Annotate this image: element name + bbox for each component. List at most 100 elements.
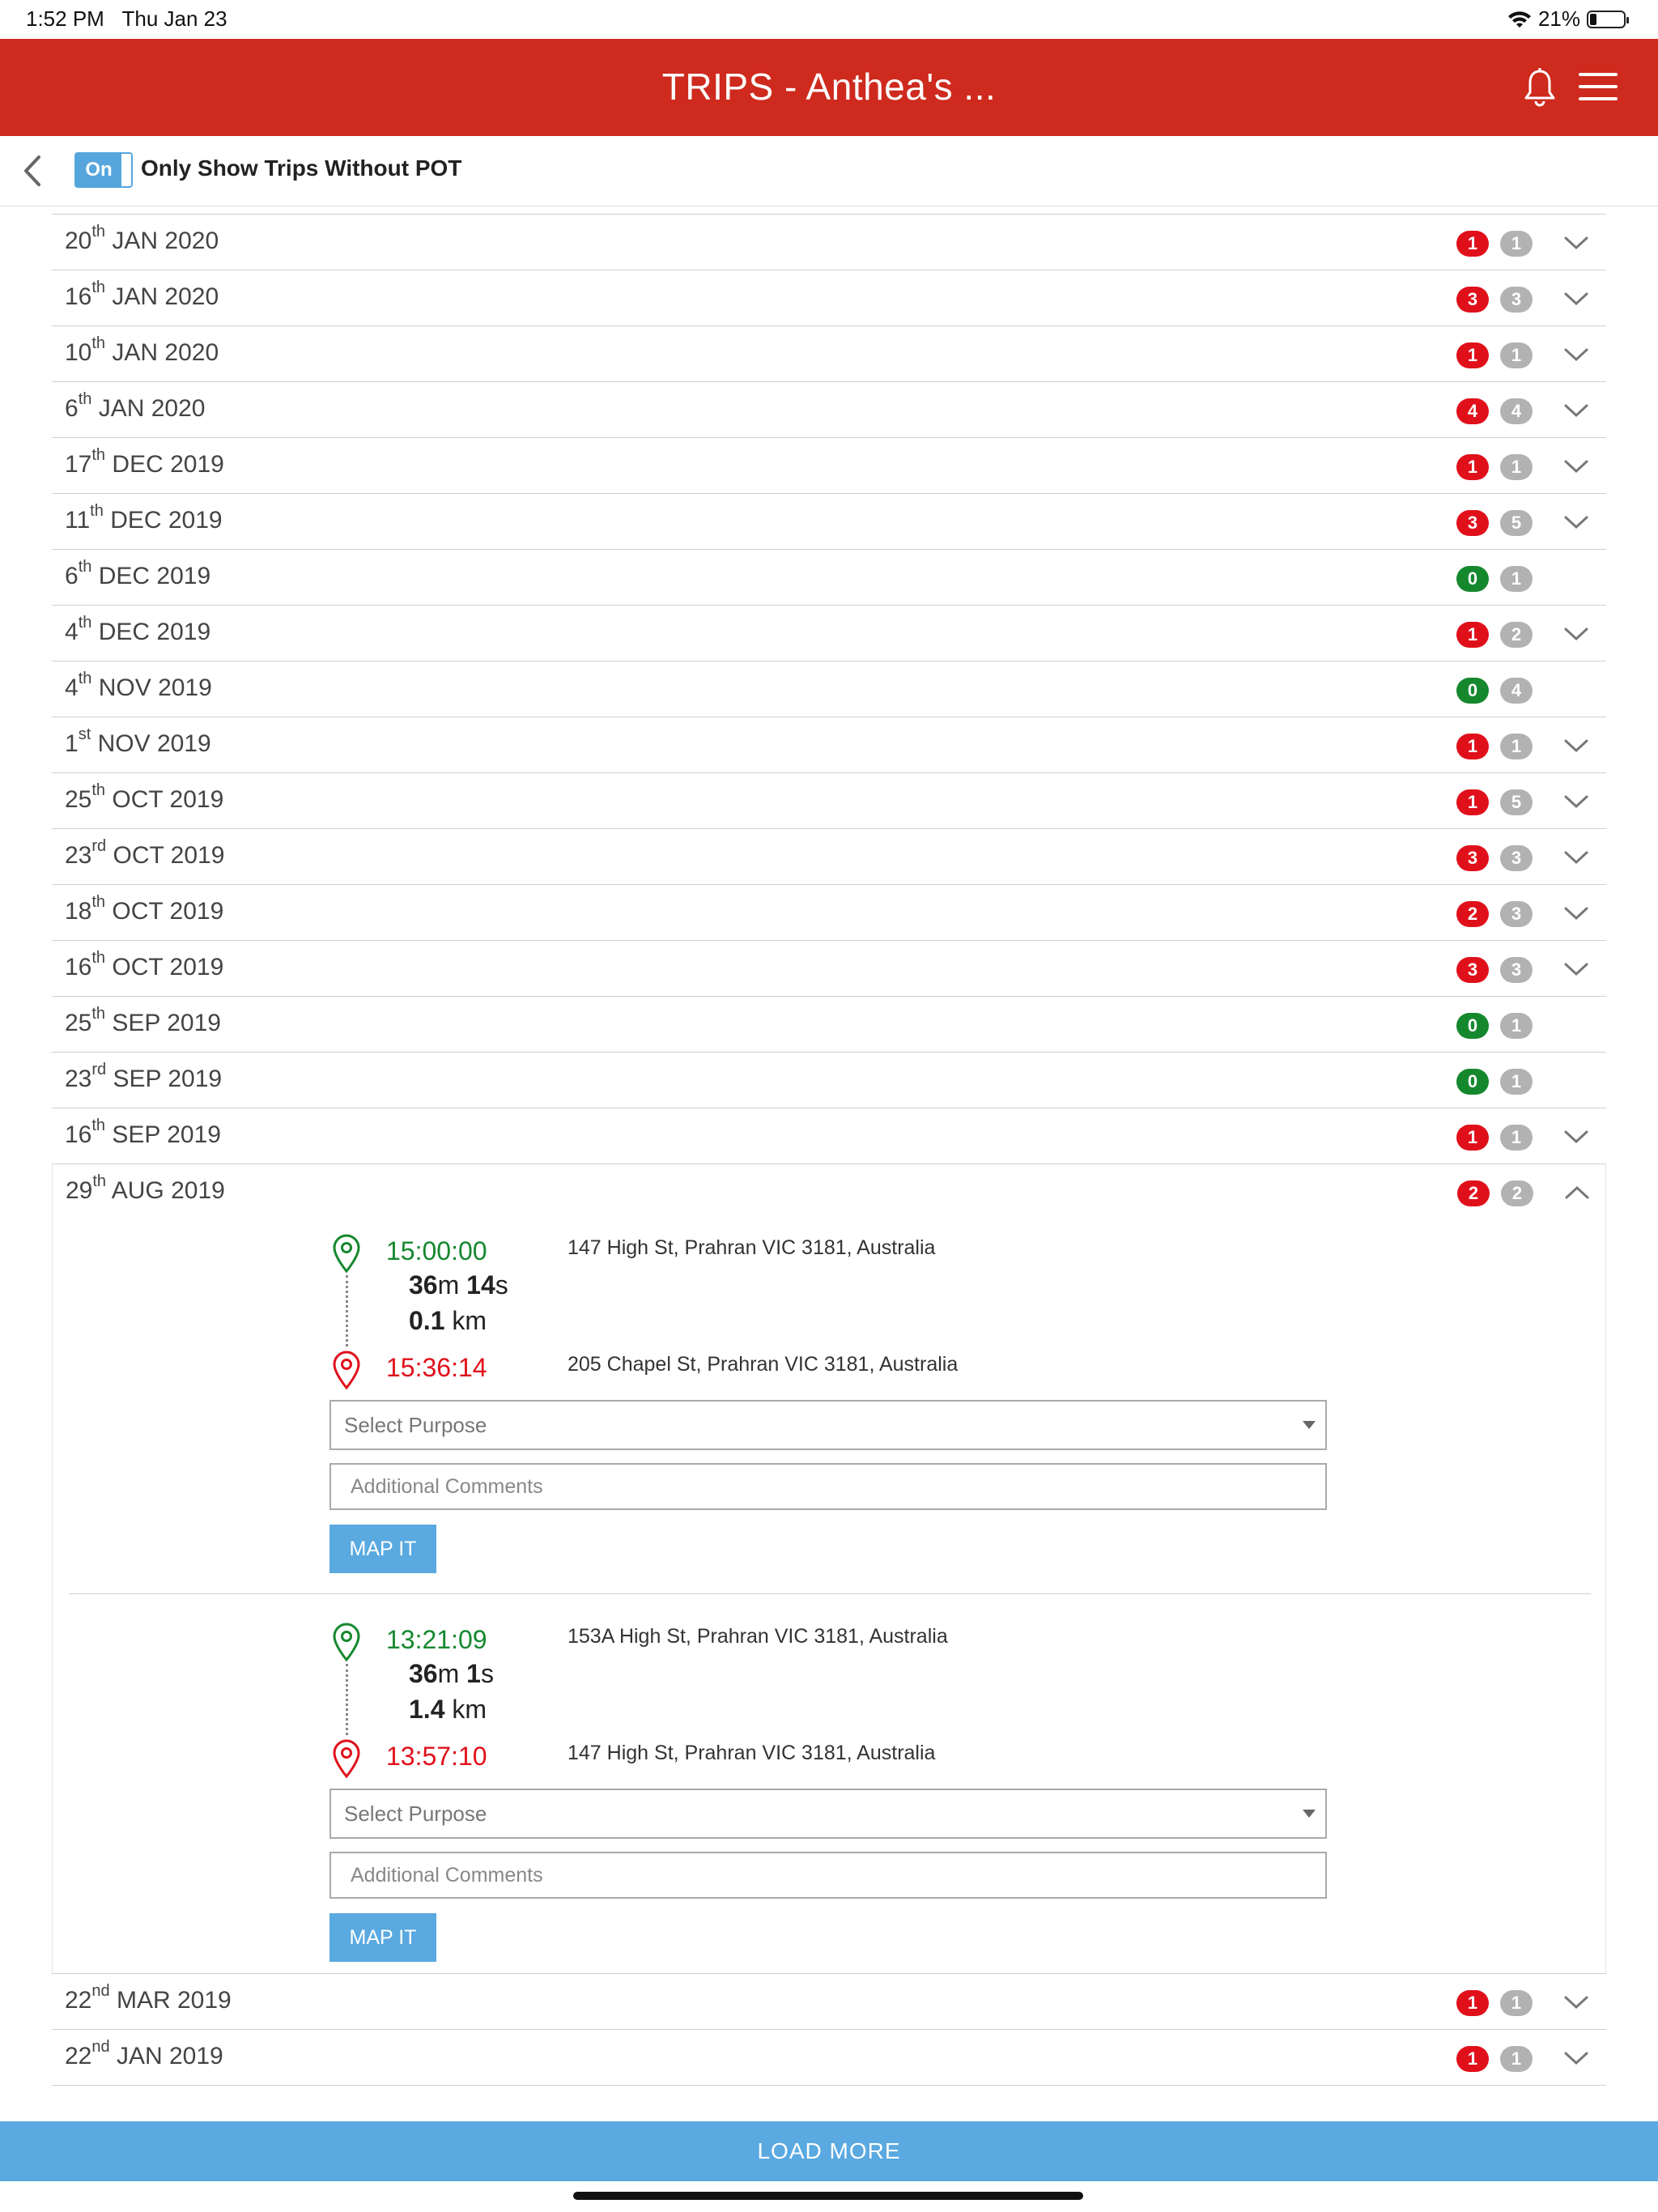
trip-day-row[interactable]: 4th NOV 2019 0 4	[52, 661, 1606, 717]
trip-date: 22nd MAR 2019	[65, 1982, 232, 2014]
date-suffix: th	[78, 390, 92, 408]
trip-day-row[interactable]: 25th SEP 2019 0 1	[52, 996, 1606, 1052]
pending-trips-badge: 0	[1456, 678, 1489, 704]
duration-seconds: 14	[466, 1270, 495, 1300]
filter-label: Only Show Trips Without POT	[141, 155, 462, 181]
trip-date: 29th AUG 2019	[66, 1172, 225, 1205]
trip-day-row[interactable]: 6th DEC 2019 0 1	[52, 549, 1606, 605]
pending-trips-badge: 3	[1456, 845, 1489, 871]
date-month-year: OCT 2019	[113, 842, 225, 869]
trip-date: 22nd JAN 2019	[65, 2038, 223, 2070]
pot-filter-toggle[interactable]: On	[74, 152, 133, 188]
status-time: 1:52 PM Thu Jan 23	[26, 6, 227, 31]
date-month-year: NOV 2019	[98, 674, 212, 701]
date-day: 16	[65, 283, 92, 310]
trip-date: 16th OCT 2019	[65, 949, 223, 981]
chevron-down-icon[interactable]	[1562, 791, 1590, 812]
total-trips-badge: 1	[1500, 342, 1533, 368]
date-month-year: DEC 2019	[112, 451, 224, 478]
date-suffix: th	[91, 893, 106, 911]
load-more-button[interactable]: LOAD MORE	[0, 2121, 1658, 2181]
trip-day-row[interactable]: 16th SEP 2019 1 1	[52, 1108, 1606, 1163]
date-month-year: JAN 2020	[98, 395, 206, 422]
trip-day-row[interactable]: 29th AUG 2019 2 2	[53, 1164, 1605, 1220]
trip-day-expanded: 29th AUG 2019 2 2 15:00:00 147 High St, Prah…	[52, 1163, 1606, 1973]
distance-value: 1.4	[409, 1695, 445, 1724]
date-day: 4	[65, 619, 79, 645]
chevron-down-icon[interactable]	[1562, 400, 1590, 421]
chevron-down-icon[interactable]	[1562, 903, 1590, 924]
date-day: 16	[65, 954, 92, 981]
back-chevron-icon[interactable]	[16, 151, 49, 191]
bell-icon[interactable]	[1522, 66, 1558, 108]
chevron-up-icon[interactable]	[1563, 1182, 1591, 1203]
trip-day-row[interactable]: 16th OCT 2019 3 3	[52, 940, 1606, 996]
chevron-down-icon[interactable]	[1562, 288, 1590, 309]
trip-date: 23rd OCT 2019	[65, 837, 225, 870]
trip-day-row[interactable]: 4th DEC 2019 1 2	[52, 605, 1606, 661]
chevron-down-icon[interactable]	[1562, 959, 1590, 980]
chevron-down-icon[interactable]	[1562, 623, 1590, 644]
date-day: 29	[66, 1177, 93, 1204]
trip-day-row[interactable]: 11th DEC 2019 3 5	[52, 493, 1606, 549]
trip-day-row[interactable]: 6th JAN 2020 4 4	[52, 381, 1606, 437]
hamburger-menu-icon[interactable]	[1579, 73, 1618, 102]
chevron-down-icon[interactable]	[1562, 735, 1590, 756]
home-indicator[interactable]	[573, 2192, 1083, 2200]
chevron-down-icon[interactable]	[1562, 2048, 1590, 2069]
trip-date: 25th OCT 2019	[65, 781, 223, 814]
trip-day-row[interactable]: 18th OCT 2019 2 3	[52, 884, 1606, 940]
status-bar: 1:52 PM Thu Jan 23 21%	[0, 0, 1658, 39]
pending-trips-badge: 3	[1456, 510, 1489, 536]
trip-day-row[interactable]: 25th OCT 2019 1 5	[52, 772, 1606, 828]
date-day: 23	[65, 1066, 92, 1092]
chevron-down-icon[interactable]	[1562, 847, 1590, 868]
status-right: 21%	[1507, 6, 1629, 32]
trip-date: 20th JAN 2020	[65, 223, 219, 255]
date-day: 11	[65, 507, 91, 534]
date-suffix: th	[91, 1117, 106, 1134]
chevron-down-icon[interactable]	[1562, 344, 1590, 365]
additional-comments-input[interactable]	[331, 1853, 1325, 1897]
date-suffix: th	[91, 223, 106, 240]
chevron-down-icon[interactable]	[1562, 1992, 1590, 2013]
purpose-select[interactable]: Select Purpose	[329, 1400, 1327, 1450]
pending-trips-badge: 1	[1456, 1990, 1489, 2016]
start-time: 13:21:09	[386, 1625, 487, 1654]
chevron-down-icon[interactable]	[1562, 1126, 1590, 1147]
distance-unit: km	[444, 1306, 487, 1335]
trip-day-row[interactable]: 16th JAN 2020 3 3	[52, 270, 1606, 325]
map-it-button[interactable]: MAP IT	[329, 1525, 436, 1573]
trip-day-row[interactable]: 17th DEC 2019 1 1	[52, 437, 1606, 493]
duration-minutes-unit: m	[437, 1659, 460, 1688]
date-month-year: SEP 2019	[112, 1121, 221, 1148]
trip-day-row[interactable]: 22nd JAN 2019 1 1	[52, 2029, 1606, 2085]
pending-trips-badge: 1	[1456, 454, 1489, 480]
date-suffix: nd	[91, 1982, 110, 2000]
trip-day-row[interactable]: 1st NOV 2019 1 1	[52, 717, 1606, 772]
trip-distance: 0.1 km	[409, 1306, 487, 1336]
pending-trips-badge: 1	[1456, 734, 1489, 759]
trip-day-row[interactable]: 10th JAN 2020 1 1	[52, 325, 1606, 381]
chevron-down-icon[interactable]	[1562, 456, 1590, 477]
chevron-down-icon[interactable]	[1562, 512, 1590, 533]
map-it-button[interactable]: MAP IT	[329, 1913, 436, 1962]
trip-date: 25th SEP 2019	[65, 1005, 221, 1037]
chevron-down-icon[interactable]	[1562, 232, 1590, 253]
total-trips-badge: 1	[1500, 1069, 1533, 1095]
purpose-select[interactable]: Select Purpose	[329, 1789, 1327, 1839]
additional-comments-input[interactable]	[331, 1465, 1325, 1508]
start-location-pin-icon	[333, 1623, 360, 1662]
date-suffix: th	[91, 781, 106, 799]
page-title: TRIPS - Anthea's ...	[661, 66, 997, 108]
trip-day-row[interactable]: 20th JAN 2020 1 1	[52, 214, 1606, 270]
trip-date: 11th DEC 2019	[65, 502, 223, 534]
trip-divider	[69, 1593, 1591, 1594]
date-suffix: th	[78, 558, 92, 576]
trip-day-row[interactable]: 23rd OCT 2019 3 3	[52, 828, 1606, 884]
date-month-year: SEP 2019	[112, 1010, 221, 1036]
date-day: 18	[65, 898, 92, 925]
trip-day-row[interactable]: 23rd SEP 2019 0 1	[52, 1052, 1606, 1108]
date-month-year: DEC 2019	[98, 563, 211, 589]
trip-day-row[interactable]: 22nd MAR 2019 1 1	[52, 1973, 1606, 2029]
